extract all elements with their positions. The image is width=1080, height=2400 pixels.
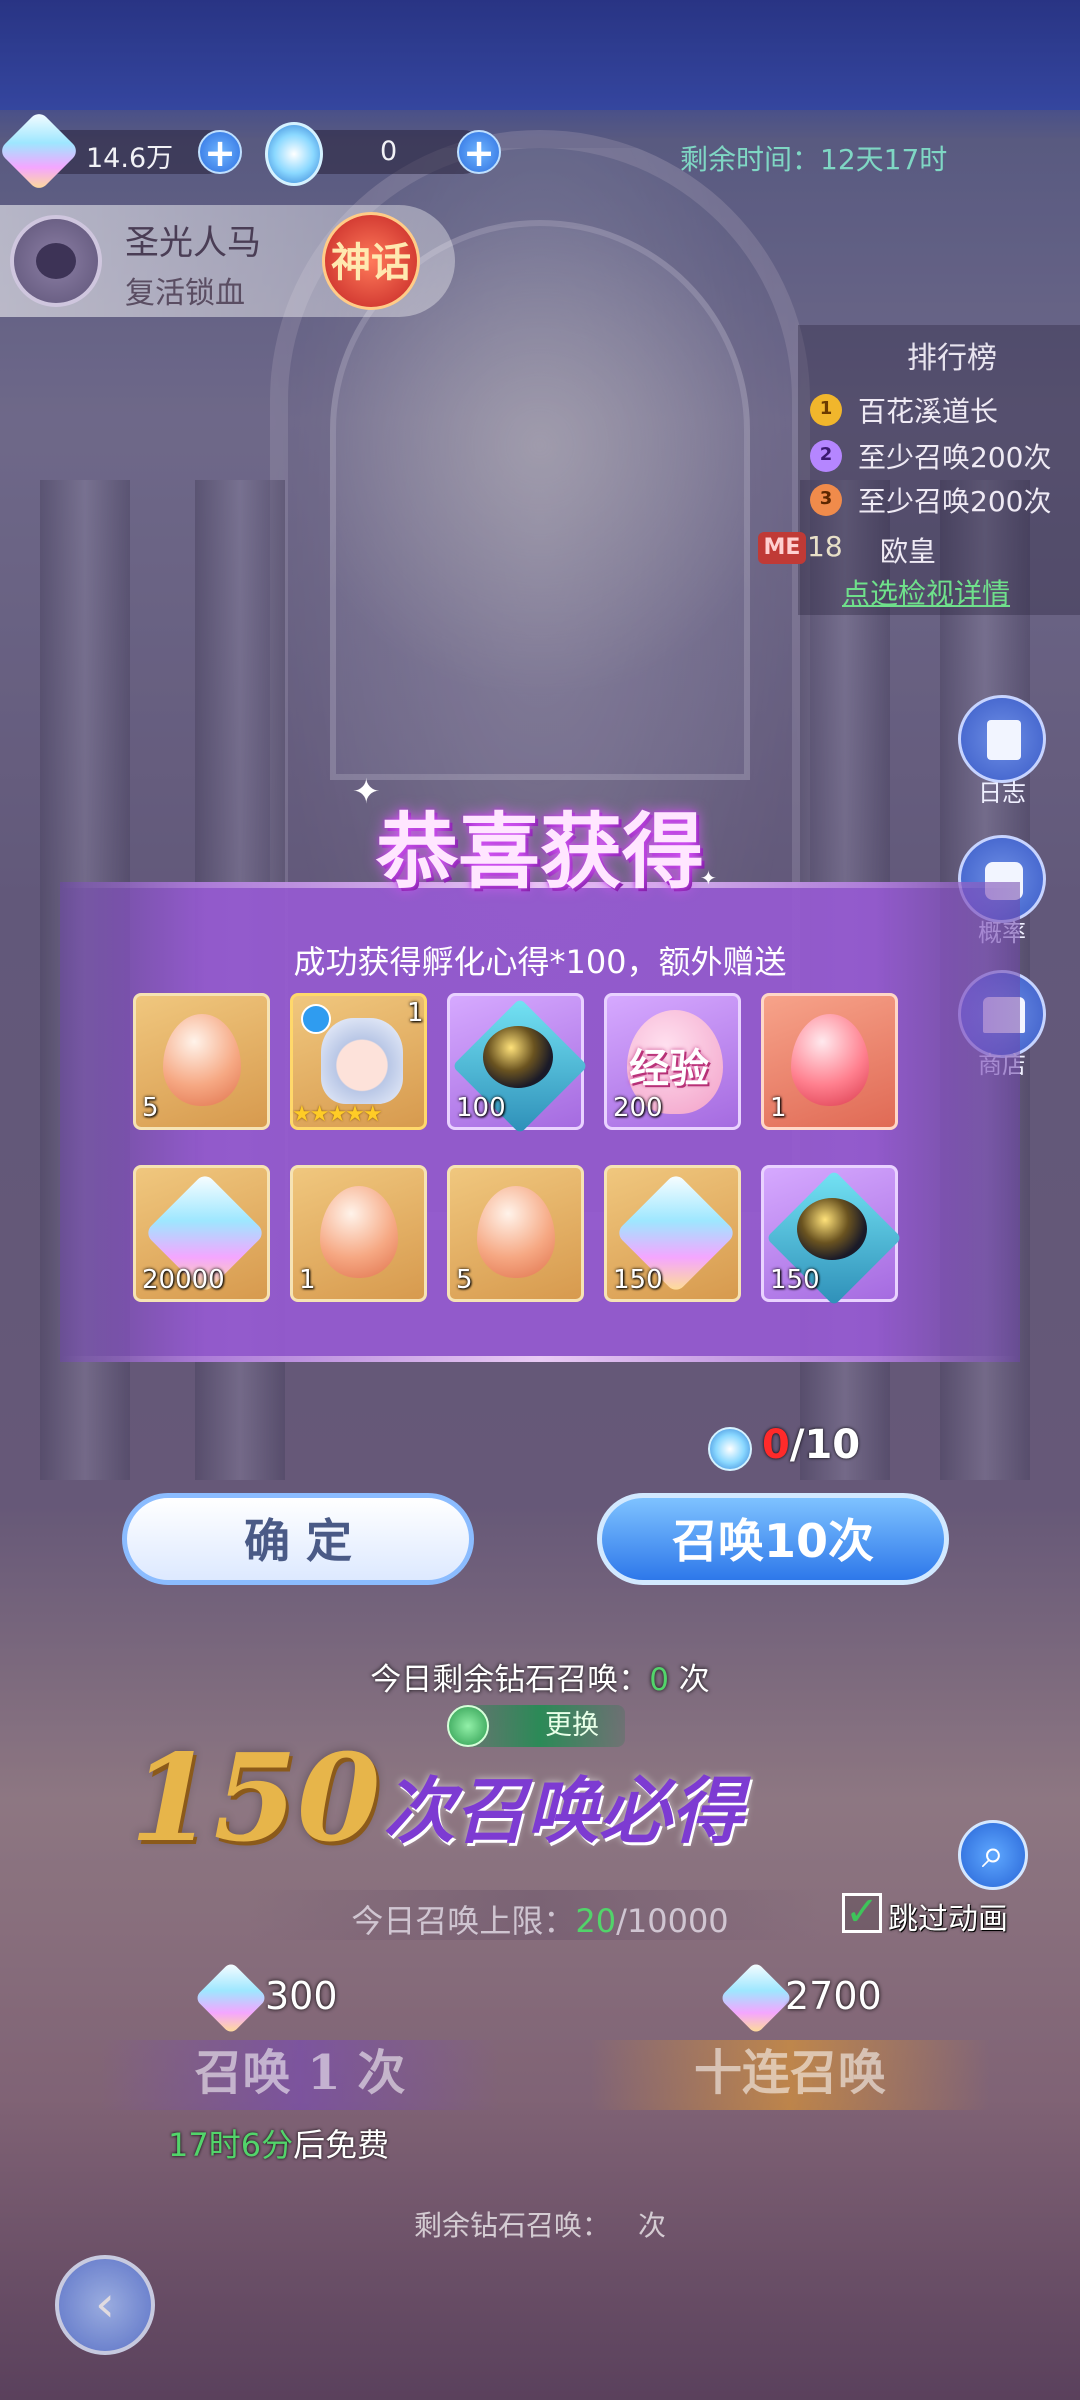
gold-medal-icon: 1 bbox=[810, 394, 842, 426]
featured-pet-skill: 复活锁血 bbox=[125, 276, 245, 311]
reward-item-hero-card[interactable]: 1 ★★★★★ bbox=[290, 993, 427, 1130]
guarantee-text: 次召唤必得 bbox=[383, 1768, 744, 1853]
reward-quantity: 5 bbox=[142, 1093, 159, 1123]
featured-pet-avatar bbox=[10, 215, 102, 307]
free-time: 17时6分 bbox=[168, 2126, 294, 2164]
search-icon: ⌕ bbox=[981, 1831, 1005, 1877]
back-button[interactable]: ‹ bbox=[55, 2255, 155, 2355]
reward-quantity: 150 bbox=[613, 1265, 663, 1295]
modal-divider bbox=[60, 1356, 1020, 1362]
my-title: 欧皇 bbox=[880, 535, 937, 568]
ranking-row: 百花溪道长 bbox=[858, 395, 999, 428]
orange-egg-icon bbox=[163, 1014, 241, 1106]
skip-animation-label[interactable]: 跳过动画 bbox=[888, 1894, 1008, 1938]
ranking-row: 至少召唤200次 bbox=[858, 441, 1052, 474]
reward-item-red-egg[interactable]: 1 bbox=[761, 993, 898, 1130]
limit-total: /10000 bbox=[616, 1902, 729, 1940]
reward-message: 成功获得孵化心得*100，额外赠送 bbox=[293, 943, 787, 981]
guarantee-number: 150 bbox=[130, 1728, 381, 1869]
add-ticket-button[interactable]: + bbox=[457, 130, 501, 174]
reward-item-orange-egg[interactable]: 5 bbox=[447, 1165, 584, 1302]
reward-item-crystal[interactable]: 20000 bbox=[133, 1165, 270, 1302]
back-arrow-icon: ‹ bbox=[95, 2275, 115, 2333]
reward-item-exp-egg[interactable]: 经验 200 bbox=[604, 993, 741, 1130]
water-element-icon bbox=[301, 1004, 331, 1034]
reward-quantity: 100 bbox=[456, 1093, 506, 1123]
star-rating: ★★★★★ bbox=[292, 1102, 383, 1127]
ranking-details-link[interactable]: 点选检视详情 bbox=[842, 572, 1010, 612]
remaining-label: 剩余钻石召唤： bbox=[413, 2209, 610, 2242]
free-summon-timer: 17时6分后免费 bbox=[168, 2120, 389, 2166]
confirm-button[interactable]: 确 定 bbox=[122, 1493, 474, 1585]
remaining-diamond-summons: 剩余钻石召唤： 次 bbox=[0, 2204, 1080, 2244]
reward-item-black-egg[interactable]: 150 bbox=[761, 1165, 902, 1306]
reward-quantity: 5 bbox=[456, 1265, 473, 1295]
diamond-amount: 14.6万 bbox=[86, 143, 174, 174]
log-icon bbox=[987, 720, 1021, 760]
ticket-total: /10 bbox=[789, 1422, 861, 1468]
summon-1-button[interactable]: 召唤 1 次 bbox=[100, 2040, 500, 2110]
reward-item-black-egg[interactable]: 100 bbox=[447, 993, 588, 1134]
reward-quantity: 1 bbox=[407, 998, 424, 1028]
bronze-medal-icon: 3 bbox=[810, 484, 842, 516]
summon-ticket-icon bbox=[708, 1427, 752, 1471]
me-tag: ME bbox=[758, 532, 806, 564]
today-label: 今日剩余钻石召唤： bbox=[370, 1662, 650, 1698]
search-button[interactable]: ⌕ bbox=[958, 1820, 1028, 1890]
orange-egg-icon bbox=[477, 1186, 555, 1278]
remaining-unit: 次 bbox=[638, 2209, 667, 2242]
remaining-time: 剩余时间：12天17时 bbox=[680, 143, 948, 176]
limit-current: 20 bbox=[575, 1902, 617, 1940]
free-suffix: 后免费 bbox=[293, 2126, 390, 2164]
reward-quantity: 20000 bbox=[142, 1265, 225, 1295]
rarity-badge: 神话 bbox=[322, 212, 420, 310]
log-button[interactable] bbox=[958, 695, 1046, 783]
summon-10-button[interactable]: 召唤10次 bbox=[597, 1493, 949, 1585]
reward-quantity: 1 bbox=[770, 1093, 787, 1123]
my-rank: 18 bbox=[807, 530, 843, 563]
summon-ten-button[interactable]: 十连召唤 bbox=[590, 2040, 990, 2110]
black-egg-icon bbox=[483, 1026, 553, 1088]
reward-item-crystal[interactable]: 150 bbox=[604, 1165, 741, 1302]
summon-ticket-icon bbox=[265, 122, 323, 186]
refresh-icon bbox=[447, 1705, 489, 1747]
ranking-title: 排行榜 bbox=[907, 341, 997, 376]
reward-quantity: 150 bbox=[770, 1265, 820, 1295]
skip-animation-checkbox[interactable]: ✓ bbox=[842, 1892, 882, 1933]
ticket-current: 0 bbox=[762, 1422, 790, 1468]
add-diamond-button[interactable]: + bbox=[198, 130, 242, 174]
cat-icon bbox=[36, 243, 76, 279]
featured-pet-name: 圣光人马 bbox=[125, 223, 261, 263]
single-summon-cost: 300 bbox=[265, 1974, 338, 2018]
red-egg-icon bbox=[791, 1014, 869, 1106]
hero-portrait bbox=[321, 1018, 403, 1104]
limit-label: 今日召唤上限： bbox=[351, 1902, 576, 1940]
ranking-row: 至少召唤200次 bbox=[858, 485, 1052, 518]
reward-quantity: 1 bbox=[299, 1265, 316, 1295]
reward-title: 恭喜获得 bbox=[375, 804, 704, 900]
reward-item-orange-egg[interactable]: 1 bbox=[290, 1165, 427, 1302]
silver-medal-icon: 2 bbox=[810, 440, 842, 472]
reward-item-orange-egg[interactable]: 5 bbox=[133, 993, 270, 1130]
reward-quantity: 200 bbox=[613, 1093, 663, 1123]
exp-label: 经验 bbox=[629, 1046, 709, 1092]
ticket-counter-text: 0/10 bbox=[762, 1422, 860, 1468]
ticket-amount: 0 bbox=[380, 136, 398, 167]
today-remaining-summons: 今日剩余钻石召唤：0 次 bbox=[0, 1654, 1080, 1699]
today-unit: 次 bbox=[668, 1662, 710, 1698]
ten-summon-cost: 2700 bbox=[785, 1974, 882, 2018]
black-egg-icon bbox=[797, 1198, 867, 1260]
orange-egg-icon bbox=[320, 1186, 398, 1278]
today-value: 0 bbox=[649, 1662, 669, 1698]
